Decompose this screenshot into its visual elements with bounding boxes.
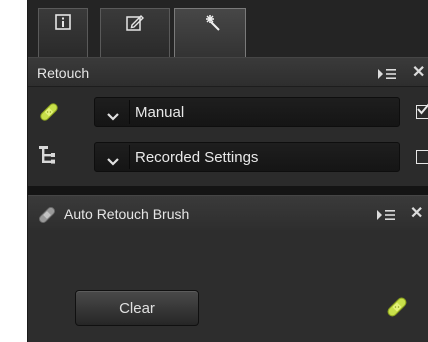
retouch-mode-checkbox[interactable] bbox=[416, 103, 428, 119]
retouch-close-icon[interactable]: ✕ bbox=[412, 65, 425, 81]
auto-retouch-close-icon[interactable]: ✕ bbox=[410, 206, 423, 222]
clear-button[interactable]: Clear bbox=[75, 290, 199, 326]
tab-info[interactable] bbox=[38, 8, 88, 57]
recorded-settings-checkbox[interactable] bbox=[416, 150, 428, 164]
tab-adjustments[interactable] bbox=[174, 8, 246, 57]
bandage-icon bbox=[37, 100, 61, 129]
tree-icon bbox=[37, 143, 61, 172]
retouch-header: Retouch ✕ bbox=[28, 57, 428, 87]
retouch-mode-row: Manual bbox=[28, 92, 428, 132]
auto-retouch-title: Auto Retouch Brush bbox=[64, 206, 190, 222]
retouch-mode-dropdown[interactable]: Manual bbox=[94, 97, 400, 127]
tool-palette: Retouch ✕ Manual Recorded Settings Auto … bbox=[27, 0, 428, 342]
chevron-down-icon bbox=[107, 108, 119, 126]
bandage-gray-icon bbox=[36, 204, 58, 231]
tab-bar bbox=[28, 0, 428, 57]
recorded-settings-value: Recorded Settings bbox=[135, 149, 259, 166]
recorded-settings-row: Recorded Settings bbox=[28, 137, 428, 177]
edit-icon bbox=[125, 13, 145, 33]
auto-retouch-header: Auto Retouch Brush ✕ bbox=[28, 195, 428, 231]
tab-edit[interactable] bbox=[100, 8, 170, 57]
retouch-mode-value: Manual bbox=[135, 104, 185, 121]
dropdown-divider bbox=[129, 100, 130, 124]
auto-retouch-menu-icon[interactable] bbox=[376, 208, 396, 226]
dropdown-divider bbox=[129, 145, 130, 169]
retouch-title: Retouch bbox=[37, 65, 90, 81]
magic-wand-icon bbox=[198, 13, 222, 37]
recorded-settings-dropdown[interactable]: Recorded Settings bbox=[94, 142, 400, 172]
info-icon bbox=[54, 13, 72, 31]
retouch-menu-icon[interactable] bbox=[377, 67, 397, 85]
panel-separator bbox=[28, 186, 428, 195]
auto-retouch-brush-icon[interactable] bbox=[384, 294, 410, 325]
chevron-down-icon bbox=[107, 153, 119, 171]
